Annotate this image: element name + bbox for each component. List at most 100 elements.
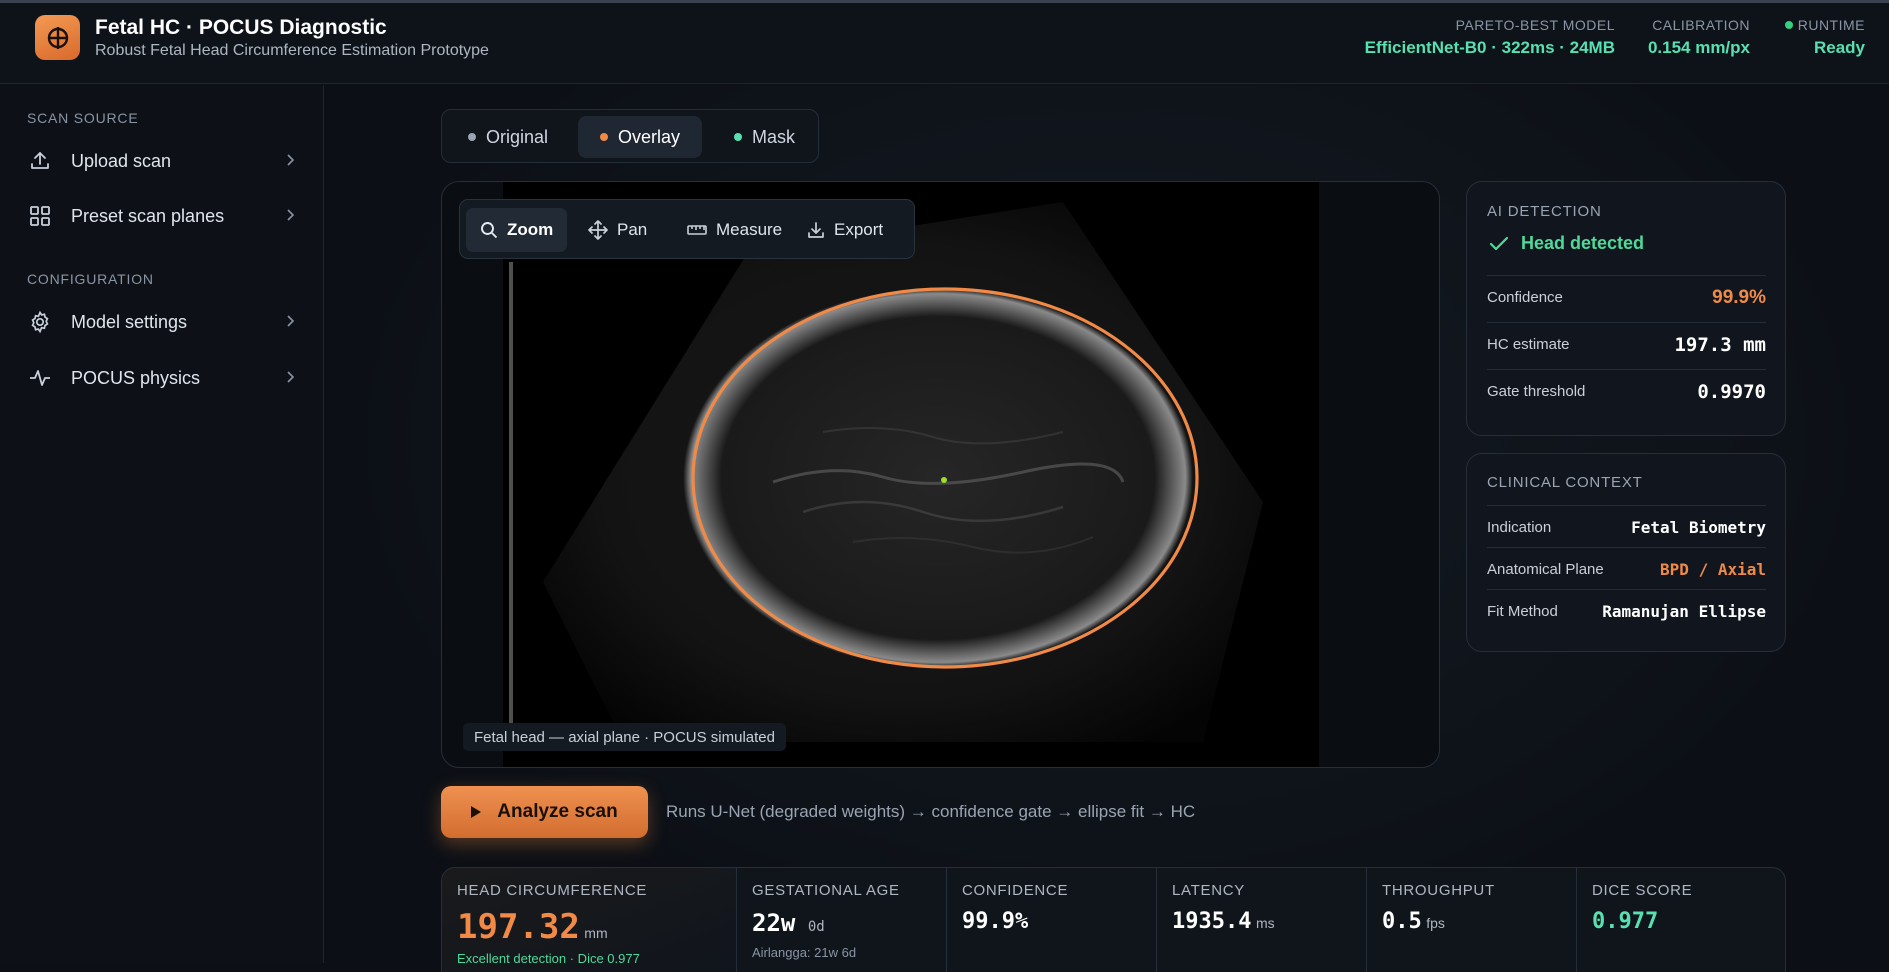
- metric-value: 0.5: [1382, 909, 1422, 934]
- context-key: Fit Method: [1487, 603, 1558, 620]
- context-row-fit-method: Fit Method Ramanujan Ellipse: [1487, 589, 1766, 633]
- gear-icon: [27, 309, 53, 335]
- tool-label: Zoom: [507, 220, 554, 239]
- runtime-stat: RUNTIME Ready: [1784, 17, 1865, 58]
- measure-tool-button[interactable]: Measure: [673, 208, 796, 252]
- ai-detection-panel: AI DETECTION Head detected Confidence 99…: [1466, 181, 1786, 436]
- view-option-original[interactable]: Original: [452, 116, 550, 158]
- detail-key: HC estimate: [1487, 336, 1570, 353]
- metric-label: HEAD CIRCUMFERENCE: [457, 882, 648, 899]
- analyze-button-label: Analyze scan: [497, 801, 618, 822]
- app-title: Fetal HC · POCUS Diagnostic: [95, 16, 387, 39]
- calibration-stat: CALIBRATION 0.154 mm/px: [1648, 17, 1750, 58]
- chevron-right-icon: [287, 154, 295, 166]
- pipeline-description: Runs U-Net (degraded weights) → confiden…: [666, 802, 1196, 821]
- context-value: Ramanujan Ellipse: [1602, 602, 1766, 621]
- status-dot-icon: [734, 133, 742, 141]
- image-caption: Fetal head — axial plane · POCUS simulat…: [463, 723, 786, 751]
- panel-title: CLINICAL CONTEXT: [1487, 474, 1643, 491]
- pan-tool-button[interactable]: Pan: [574, 208, 661, 252]
- app-subtitle: Robust Fetal Head Circumference Estimati…: [95, 42, 489, 59]
- grid-icon: [27, 203, 53, 229]
- detail-value: 99.9%: [1712, 286, 1766, 308]
- app-header: Fetal HC · POCUS Diagnostic Robust Fetal…: [0, 3, 1889, 84]
- view-mode-toggle: Original Overlay Mask: [441, 109, 819, 163]
- sidebar-item-preset-scan-planes[interactable]: Preset scan planes: [27, 196, 295, 236]
- ultrasound-image[interactable]: [503, 182, 1319, 767]
- sidebar-item-label: POCUS physics: [71, 367, 201, 388]
- metric-latency: LATENCY 1935.4 ms: [1157, 868, 1367, 972]
- metric-unit: fps: [1426, 915, 1445, 931]
- metric-unit: mm: [584, 925, 608, 941]
- upload-icon: [27, 148, 53, 174]
- scan-viewer[interactable]: Zoom Pan Measure Export Fetal head — axi…: [441, 181, 1440, 768]
- export-tool-button[interactable]: Export: [793, 208, 897, 252]
- runtime-stat-label: RUNTIME: [1797, 17, 1865, 33]
- ruler-icon: [687, 225, 707, 235]
- sidebar-item-label: Upload scan: [71, 150, 172, 171]
- detail-value: 197.3 mm: [1674, 333, 1766, 356]
- sidebar-item-label: Preset scan planes: [71, 205, 225, 226]
- zoom-tool-button[interactable]: Zoom: [466, 208, 568, 252]
- sidebar: SCAN SOURCE Upload scan Preset scan plan…: [0, 85, 324, 963]
- tool-label: Export: [834, 220, 884, 239]
- sidebar-item-model-settings[interactable]: Model settings: [27, 302, 295, 342]
- metric-label: GESTATIONAL AGE: [752, 882, 900, 899]
- metric-subtext: Airlangga: 21w 6d: [752, 945, 857, 960]
- chevron-right-icon: [287, 315, 295, 327]
- metric-dice-score: DICE SCORE 0.977: [1577, 868, 1785, 972]
- context-key: Anatomical Plane: [1487, 561, 1604, 578]
- check-icon: [1489, 236, 1509, 250]
- tool-label: Measure: [716, 220, 783, 239]
- metrics-strip: HEAD CIRCUMFERENCE 197.32 mm Excellent d…: [441, 867, 1786, 972]
- detail-row-gate-threshold: Gate threshold 0.9970: [1487, 369, 1766, 413]
- sidebar-section-label: SCAN SOURCE: [27, 110, 139, 126]
- metric-value: 99.9%: [962, 909, 1029, 934]
- chevron-right-icon: [287, 209, 295, 221]
- detail-value: 0.9970: [1697, 380, 1766, 403]
- metric-unit: 0d: [807, 919, 825, 935]
- model-stat-value: EfficientNet-B0 · 322ms · 24MB: [1364, 38, 1615, 57]
- metric-confidence: CONFIDENCE 99.9%: [947, 868, 1157, 972]
- metric-head-circumference: HEAD CIRCUMFERENCE 197.32 mm Excellent d…: [442, 868, 737, 972]
- sidebar-item-label: Model settings: [71, 311, 188, 332]
- clinical-context-panel: CLINICAL CONTEXT Indication Fetal Biomet…: [1466, 453, 1786, 652]
- metric-unit: ms: [1255, 915, 1275, 931]
- metric-value: 0.977: [1592, 909, 1659, 934]
- search-icon: [481, 222, 498, 239]
- metric-value: 1935.4: [1172, 909, 1252, 934]
- sidebar-section-label: CONFIGURATION: [27, 271, 154, 287]
- view-option-label: Original: [486, 126, 549, 147]
- metric-label: DICE SCORE: [1592, 882, 1693, 899]
- detail-row-confidence: Confidence 99.9%: [1487, 275, 1766, 319]
- download-icon: [808, 222, 824, 238]
- context-key: Indication: [1487, 519, 1552, 536]
- panel-title: AI DETECTION: [1487, 203, 1602, 220]
- status-dot-icon: [1784, 21, 1793, 29]
- metric-label: THROUGHPUT: [1382, 882, 1495, 899]
- calibration-stat-label: CALIBRATION: [1652, 17, 1750, 33]
- sidebar-item-upload-scan[interactable]: Upload scan: [27, 141, 295, 181]
- detail-row-hc-estimate: HC estimate 197.3 mm: [1487, 322, 1766, 366]
- analyze-scan-button[interactable]: Analyze scan: [441, 786, 648, 838]
- sidebar-item-pocus-physics[interactable]: POCUS physics: [27, 358, 295, 398]
- metric-gestational-age: GESTATIONAL AGE 22w 0d Airlangga: 21w 6d: [737, 868, 947, 972]
- head-center-marker: [941, 477, 947, 483]
- view-option-label: Overlay: [618, 126, 681, 147]
- view-option-overlay[interactable]: Overlay: [578, 116, 702, 158]
- metric-subtext: Excellent detection · Dice 0.977: [457, 951, 640, 966]
- metric-label: CONFIDENCE: [962, 882, 1069, 899]
- view-option-mask[interactable]: Mask: [720, 116, 812, 158]
- status-dot-icon: [600, 133, 608, 141]
- context-value: Fetal Biometry: [1631, 518, 1766, 537]
- calibration-stat-value: 0.154 mm/px: [1647, 38, 1750, 57]
- crosshair-icon: [35, 15, 80, 60]
- viewer-toolbar: Zoom Pan Measure Export: [459, 199, 915, 259]
- detail-key: Confidence: [1487, 289, 1563, 306]
- pulse-icon: [27, 365, 53, 391]
- chevron-right-icon: [287, 371, 295, 383]
- context-row-indication: Indication Fetal Biometry: [1487, 505, 1766, 549]
- model-stat: PARETO-BEST MODEL EfficientNet-B0 · 322m…: [1365, 17, 1615, 58]
- metric-value: 22w: [752, 909, 796, 937]
- tool-label: Pan: [617, 220, 648, 239]
